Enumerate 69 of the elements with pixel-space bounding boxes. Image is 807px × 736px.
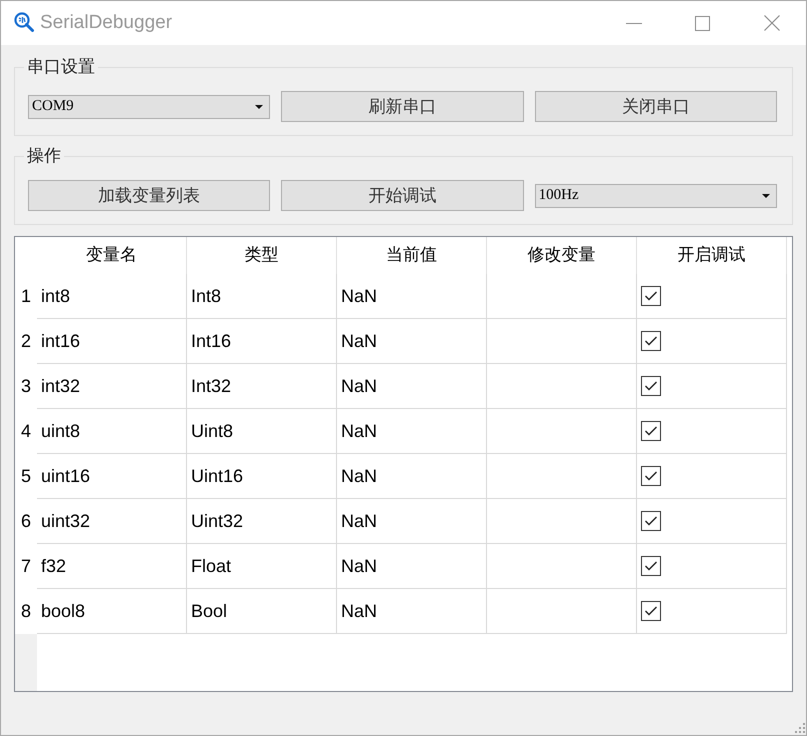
column-header[interactable]: 类型	[187, 237, 337, 274]
table-cell: Int32	[187, 364, 337, 409]
action-button[interactable]: 加载变量列表	[28, 180, 270, 211]
checkbox[interactable]	[641, 286, 661, 306]
table-cell: Bool	[187, 589, 337, 634]
empty-cell[interactable]	[487, 409, 637, 454]
checkbox[interactable]	[641, 600, 661, 620]
action-button[interactable]: 开始调试	[281, 180, 524, 211]
table-cell: NaN	[337, 544, 487, 589]
checkbox[interactable]	[641, 510, 661, 530]
empty-cell[interactable]	[487, 274, 637, 319]
minimize-icon	[626, 22, 642, 24]
row-number: 2	[20, 330, 32, 353]
table-cell: NaN	[337, 319, 487, 364]
group-title: 操作	[26, 146, 62, 166]
maximize-icon	[695, 16, 710, 30]
table-cell: int16	[37, 319, 187, 364]
table-cell: Int16	[187, 319, 337, 364]
empty-cell[interactable]	[487, 544, 637, 589]
table-cell: Uint8	[187, 409, 337, 454]
serial-button[interactable]: 关闭串口	[534, 91, 777, 122]
table-cell: int32	[37, 364, 187, 409]
empty-cell[interactable]	[487, 364, 637, 409]
serial-button[interactable]: 刷新串口	[281, 91, 524, 122]
caret-icon	[255, 104, 264, 108]
checkbox[interactable]	[641, 376, 661, 396]
table-cell: NaN	[337, 589, 487, 634]
table-cell: NaN	[337, 409, 487, 454]
table-cell: uint16	[37, 454, 187, 499]
table-cell: uint32	[37, 499, 187, 544]
column-header[interactable]: 变量名	[37, 237, 187, 274]
empty-cell[interactable]	[487, 589, 637, 634]
port-dropdown[interactable]: COM9	[28, 94, 270, 118]
table-cell: int8	[37, 274, 187, 319]
table-cell: uint8	[37, 409, 187, 454]
row-number: 4	[20, 420, 32, 443]
empty-cell[interactable]	[487, 319, 637, 364]
checkbox[interactable]	[641, 466, 661, 486]
table-cell: NaN	[337, 274, 487, 319]
table-cell: Uint32	[187, 499, 337, 544]
row-number: 1	[20, 285, 32, 308]
row-number: 3	[20, 375, 32, 398]
group-title: 串口设置	[26, 57, 96, 77]
table-cell: NaN	[337, 454, 487, 499]
close-icon	[764, 15, 780, 31]
column-header[interactable]: 当前值	[337, 237, 487, 274]
empty-cell[interactable]	[487, 454, 637, 499]
row-number: 6	[20, 510, 32, 533]
empty-cell[interactable]	[487, 499, 637, 544]
row-number: 8	[20, 600, 32, 623]
table-cell: NaN	[337, 499, 487, 544]
row-number: 5	[20, 465, 32, 488]
checkbox[interactable]	[641, 420, 661, 440]
magnifier-icon	[14, 12, 34, 32]
column-header[interactable]: 修改变量	[487, 237, 637, 274]
checkbox[interactable]	[641, 556, 661, 576]
table-cell: Float	[187, 544, 337, 589]
column-header[interactable]: 开启调试	[637, 237, 787, 274]
caret-icon	[762, 194, 770, 198]
window-title: SerialDebugger	[40, 12, 172, 34]
checkbox[interactable]	[641, 330, 661, 350]
row-number: 7	[20, 555, 32, 578]
table-cell: f32	[37, 544, 187, 589]
row-header-background	[15, 634, 37, 691]
table-cell: Uint16	[187, 454, 337, 499]
table-cell: Int8	[187, 274, 337, 319]
table-cell: bool8	[37, 589, 187, 634]
table-cell: NaN	[337, 364, 487, 409]
rate-dropdown[interactable]: 100Hz	[534, 184, 777, 208]
